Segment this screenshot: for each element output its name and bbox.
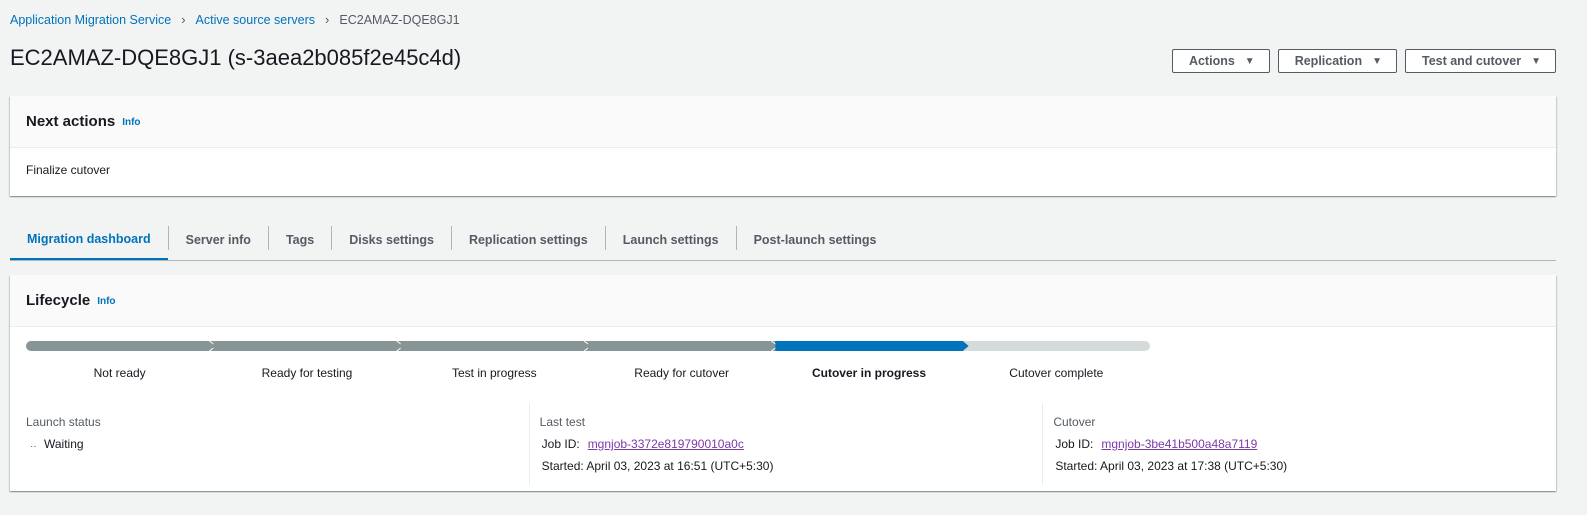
- cutover-started: Started: April 03, 2023 at 17:38 (UTC+5:…: [1055, 459, 1288, 473]
- lifecycle-header: Lifecycle Info: [10, 275, 1556, 327]
- lifecycle-title: Lifecycle: [26, 292, 91, 309]
- caret-down-icon: ▼: [1244, 55, 1255, 67]
- cutover-job-link[interactable]: mgnjob-3be41b500a48a7119: [1101, 437, 1257, 451]
- progress-segment-4: [775, 341, 969, 351]
- actions-label: Actions: [1188, 54, 1235, 68]
- last-test-job-row: Job ID: mgnjob-3372e819790010a0c: [542, 437, 1043, 451]
- test-and-cutover-label: Test and cutover: [1421, 54, 1522, 68]
- launch-status-value: ‥ Waiting: [26, 437, 529, 451]
- cutover-job-label: Job ID:: [1055, 437, 1094, 451]
- tab-bar: Migration dashboard Server info Tags Dis…: [10, 220, 1556, 261]
- lifecycle-step-label: Cutover in progress: [811, 366, 927, 380]
- launch-status-heading: Launch status: [26, 415, 101, 429]
- loading-spinner-icon: ‥: [30, 438, 37, 450]
- next-actions-header: Next actions Info: [10, 96, 1556, 148]
- replication-dropdown-button[interactable]: Replication ▼: [1277, 49, 1397, 73]
- progress-segment-3: [588, 341, 782, 351]
- tab-tags[interactable]: Tags: [269, 220, 331, 260]
- cutover-job-row: Job ID: mgnjob-3be41b500a48a7119: [1055, 437, 1556, 451]
- lifecycle-step-label: Test in progress: [451, 366, 537, 380]
- cutover-section: Cutover Job ID: mgnjob-3be41b500a48a7119 …: [1042, 403, 1556, 485]
- lifecycle-step-label: Cutover complete: [1009, 366, 1104, 380]
- lifecycle-panel: Lifecycle Info Not ready Ready for testin…: [10, 275, 1556, 491]
- breadcrumb-link-application-migration-service[interactable]: Application Migration Service: [10, 13, 171, 27]
- cutover-heading: Cutover: [1053, 415, 1096, 429]
- page-title: EC2AMAZ-DQE8GJ1 (s-3aea2b085f2e45c4d): [10, 45, 462, 70]
- breadcrumb-link-active-source-servers[interactable]: Active source servers: [196, 13, 315, 27]
- tab-launch-settings[interactable]: Launch settings: [606, 220, 736, 260]
- lifecycle-progress-bar: [26, 341, 1150, 351]
- last-test-job-link[interactable]: mgnjob-3372e819790010a0c: [588, 437, 744, 451]
- last-test-job-label: Job ID:: [541, 437, 580, 451]
- tab-replication-settings[interactable]: Replication settings: [452, 220, 605, 260]
- header-actions: Actions ▼ Replication ▼ Test and cutover…: [1171, 49, 1556, 73]
- test-and-cutover-dropdown-button[interactable]: Test and cutover ▼: [1404, 49, 1556, 73]
- launch-status-text: Waiting: [44, 437, 84, 451]
- caret-down-icon: ▼: [1531, 55, 1541, 67]
- progress-segment-0: [26, 341, 220, 351]
- tab-migration-dashboard[interactable]: Migration dashboard: [10, 220, 168, 260]
- next-actions-title: Next actions: [26, 113, 116, 130]
- breadcrumb-current: EC2AMAZ-DQE8GJ1: [339, 12, 460, 27]
- status-grid: Launch status ‥ Waiting Last test Job ID…: [10, 403, 1556, 485]
- next-actions-body: Finalize cutover: [26, 163, 111, 177]
- replication-label: Replication: [1294, 54, 1363, 68]
- progress-segment-1: [213, 341, 407, 351]
- chevron-right-icon: ›: [181, 12, 186, 27]
- lifecycle-info-link[interactable]: Info: [97, 296, 115, 307]
- last-test-heading: Last test: [539, 415, 586, 429]
- breadcrumb: Application Migration Service › Active s…: [10, 12, 460, 27]
- lifecycle-step-label: Ready for cutover: [634, 366, 730, 380]
- next-actions-panel: Next actions Info Finalize cutover: [10, 96, 1556, 196]
- tab-post-launch-settings[interactable]: Post-launch settings: [737, 220, 894, 260]
- progress-segment-2: [400, 341, 594, 351]
- launch-status-section: Launch status ‥ Waiting: [10, 403, 529, 485]
- actions-dropdown-button[interactable]: Actions ▼: [1171, 49, 1270, 73]
- last-test-started: Started: April 03, 2023 at 16:51 (UTC+5:…: [541, 459, 774, 473]
- last-test-section: Last test Job ID: mgnjob-3372e819790010a0…: [528, 403, 1043, 485]
- next-actions-info-link[interactable]: Info: [122, 117, 140, 128]
- lifecycle-progress-svg: [26, 341, 1150, 351]
- chevron-right-icon: ›: [325, 12, 330, 27]
- lifecycle-step-label: Ready for testing: [261, 366, 353, 380]
- lifecycle-step-label: Not ready: [93, 366, 146, 380]
- lifecycle-step-labels: Not ready Ready for testing Test in progre…: [26, 366, 1150, 382]
- tab-disks-settings[interactable]: Disks settings: [332, 220, 451, 260]
- tab-server-info[interactable]: Server info: [169, 220, 268, 260]
- caret-down-icon: ▼: [1372, 55, 1382, 67]
